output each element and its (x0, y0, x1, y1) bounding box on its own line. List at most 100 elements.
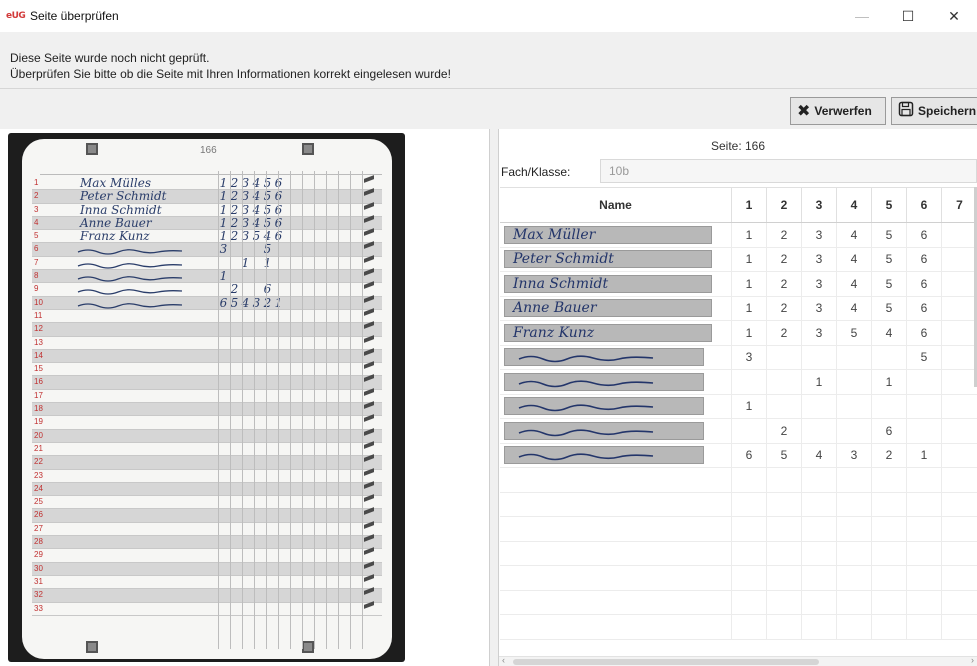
grade-cell[interactable] (767, 370, 802, 394)
discard-button[interactable]: ✖ Verwerfen (790, 97, 886, 125)
minimize-button[interactable]: — (839, 0, 885, 32)
grade-cell[interactable]: 5 (872, 272, 907, 296)
grade-cell[interactable]: 1 (732, 296, 767, 320)
column-header-name[interactable]: Name (500, 188, 732, 222)
grade-cell[interactable] (942, 370, 977, 394)
grade-cell[interactable] (802, 419, 837, 443)
grade-cell[interactable]: 3 (732, 345, 767, 369)
grade-cell[interactable]: 2 (767, 272, 802, 296)
grade-cell[interactable] (767, 345, 802, 369)
table-row[interactable]: 11 (500, 370, 977, 395)
grade-cell[interactable] (802, 394, 837, 418)
grade-cell[interactable]: 5 (907, 345, 942, 369)
grade-cell[interactable]: 6 (872, 419, 907, 443)
table-row[interactable]: 35 (500, 345, 977, 370)
grade-cell[interactable]: 6 (732, 443, 767, 467)
grade-cell[interactable] (837, 419, 872, 443)
grade-cell[interactable]: 4 (802, 443, 837, 467)
grade-cell[interactable]: 6 (907, 272, 942, 296)
grade-cell[interactable]: 3 (802, 247, 837, 271)
close-button[interactable]: ✕ (931, 0, 977, 32)
grade-cell[interactable]: 1 (732, 394, 767, 418)
grade-cell[interactable]: 6 (907, 247, 942, 271)
grade-cell[interactable]: 1 (732, 272, 767, 296)
grade-cell[interactable] (942, 248, 977, 272)
table-row[interactable]: Peter Schmidt 1 2 3 4 5 6 (500, 247, 977, 272)
column-header-7[interactable]: 7 (942, 188, 977, 222)
grade-cell[interactable] (942, 444, 977, 468)
grade-cell[interactable]: 1 (732, 321, 767, 345)
grade-cell[interactable] (942, 272, 977, 296)
save-button[interactable]: Speichern (891, 97, 977, 125)
horizontal-scrollbar[interactable]: ‹ › (499, 655, 977, 666)
grade-cell[interactable]: 5 (767, 443, 802, 467)
table-row[interactable]: 26 (500, 419, 977, 444)
grade-cell[interactable]: 3 (837, 443, 872, 467)
grade-cell[interactable]: 2 (767, 321, 802, 345)
grade-cell[interactable]: 3 (802, 321, 837, 345)
grade-cell[interactable] (872, 345, 907, 369)
grade-cell[interactable] (907, 370, 942, 394)
grade-cell[interactable] (837, 345, 872, 369)
grade-cell[interactable]: 6 (907, 296, 942, 320)
column-header-5[interactable]: 5 (872, 188, 907, 222)
grade-cell[interactable]: 4 (872, 321, 907, 345)
table-row[interactable]: Max Müller 1 2 3 4 5 6 (500, 223, 977, 248)
grade-cell[interactable] (942, 321, 977, 345)
grade-cell[interactable]: 4 (837, 223, 872, 247)
grade-cell[interactable] (942, 346, 977, 370)
grade-cell[interactable]: 3 (802, 223, 837, 247)
grade-cell[interactable]: 4 (837, 296, 872, 320)
grade-cell[interactable]: 5 (837, 321, 872, 345)
grade-cell[interactable]: 1 (732, 247, 767, 271)
grade-cell[interactable]: 6 (907, 223, 942, 247)
table-row[interactable]: 1 (500, 394, 977, 419)
grade-cell[interactable]: 1 (802, 370, 837, 394)
grade-cell[interactable] (942, 223, 977, 247)
grade-cell[interactable]: 2 (767, 223, 802, 247)
grade-cell[interactable] (732, 419, 767, 443)
grade-cell[interactable]: 1 (907, 443, 942, 467)
grade-cell[interactable]: 4 (837, 272, 872, 296)
pane-splitter[interactable] (489, 129, 499, 666)
class-input[interactable]: 10b (600, 159, 977, 183)
table-row[interactable]: Anne Bauer 1 2 3 4 5 6 (500, 296, 977, 321)
column-header-4[interactable]: 4 (837, 188, 872, 222)
grade-cell[interactable] (907, 394, 942, 418)
grade-cell[interactable]: 3 (802, 272, 837, 296)
grade-cell[interactable] (872, 394, 907, 418)
grade-cell[interactable]: 5 (872, 247, 907, 271)
column-header-6[interactable]: 6 (907, 188, 942, 222)
maximize-button[interactable]: ☐ (885, 0, 931, 32)
table-row[interactable]: 654321 (500, 443, 977, 468)
grade-cell[interactable] (942, 419, 977, 443)
grade-cell[interactable]: 2 (767, 419, 802, 443)
grade-cell[interactable] (907, 419, 942, 443)
grade-cell[interactable] (942, 395, 977, 419)
grade-cell[interactable] (837, 394, 872, 418)
column-header-2[interactable]: 2 (767, 188, 802, 222)
grade-cell[interactable]: 1 (732, 223, 767, 247)
grade-cell[interactable]: 5 (872, 296, 907, 320)
grade-cell[interactable]: 5 (872, 223, 907, 247)
column-header-1[interactable]: 1 (732, 188, 767, 222)
scrollbar-thumb[interactable] (513, 659, 819, 665)
grade-cell[interactable]: 3 (802, 296, 837, 320)
grade-cell[interactable]: 1 (872, 370, 907, 394)
table-row[interactable]: Inna Schmidt 1 2 3 4 5 6 (500, 272, 977, 297)
grade-cell[interactable] (837, 370, 872, 394)
grade-cell[interactable]: 4 (837, 247, 872, 271)
scroll-left-icon[interactable]: ‹ (502, 655, 505, 665)
grade-cell[interactable] (942, 297, 977, 321)
grade-cell[interactable] (802, 345, 837, 369)
grade-cell[interactable] (767, 394, 802, 418)
grade-cell[interactable]: 2 (872, 443, 907, 467)
grade-cell[interactable] (732, 370, 767, 394)
table-row[interactable]: Franz Kunz 1 2 3 5 4 6 (500, 321, 977, 346)
grade-cell[interactable]: 2 (767, 247, 802, 271)
column-header-3[interactable]: 3 (802, 188, 837, 222)
grade-cell[interactable]: 2 (767, 296, 802, 320)
grade-cell[interactable]: 6 (907, 321, 942, 345)
scroll-right-icon[interactable]: › (971, 655, 974, 665)
scan-grid-line (242, 171, 243, 649)
